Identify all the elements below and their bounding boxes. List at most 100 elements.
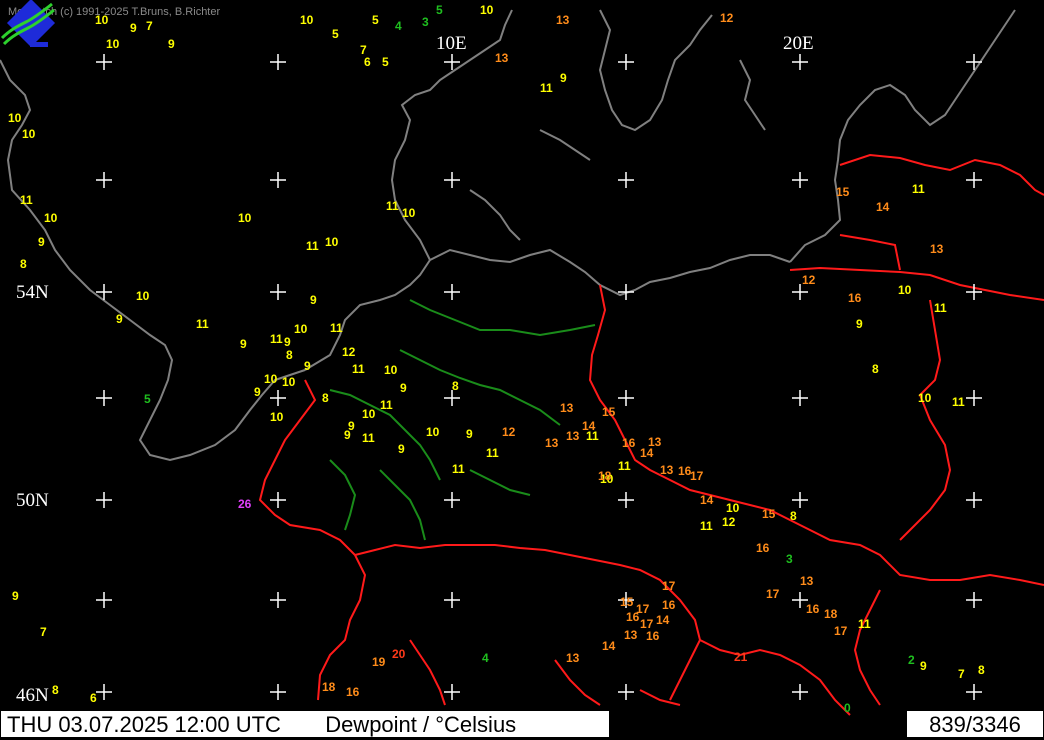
station-value: 18 xyxy=(824,607,838,621)
station-value: 10 xyxy=(480,3,494,17)
station-value: 9 xyxy=(560,71,567,85)
station-value: 21 xyxy=(734,650,748,664)
station-value: 16 xyxy=(756,541,770,555)
station-value: 11 xyxy=(952,395,965,409)
station-value: 10 xyxy=(325,235,339,249)
station-value: 10 xyxy=(44,211,58,225)
station-value: 11 xyxy=(540,81,553,95)
station-value: 11 xyxy=(700,519,713,533)
footer-count-box: 839/3346 xyxy=(906,710,1044,738)
station-value: 14 xyxy=(656,613,670,627)
station-value: 2 xyxy=(908,653,915,667)
station-value: 10 xyxy=(426,425,440,439)
dewpoint-map: MetWatch (c) 1991-2025 T.Bruns, B.Richte… xyxy=(0,0,1044,740)
station-value: 5 xyxy=(382,55,389,69)
footer-parameter: Dewpoint / °Celsius xyxy=(325,712,517,737)
station-value: 11 xyxy=(196,317,209,331)
station-value: 10 xyxy=(402,206,416,220)
station-value: 10 xyxy=(726,501,740,515)
station-value: 15 xyxy=(762,507,776,521)
station-value: 3 xyxy=(786,552,793,566)
station-value: 9 xyxy=(38,235,45,249)
grid-crosses xyxy=(96,54,982,700)
station-value: 17 xyxy=(636,602,650,616)
station-value: 13 xyxy=(495,51,509,65)
station-value: 11 xyxy=(586,429,599,443)
lon-label-10e: 10E xyxy=(436,33,467,54)
station-value: 11 xyxy=(934,301,947,315)
station-value: 9 xyxy=(116,312,123,326)
station-value: 12 xyxy=(802,273,816,287)
station-value: 17 xyxy=(640,617,654,631)
station-value: 5 xyxy=(144,392,151,406)
station-value: 11 xyxy=(352,362,365,376)
station-value: 10 xyxy=(238,211,252,225)
footer-info-box: THU 03.07.2025 12:00 UTC Dewpoint / °Cel… xyxy=(0,710,610,738)
station-value: 10 xyxy=(136,289,150,303)
station-value: 13 xyxy=(566,429,580,443)
station-value: 8 xyxy=(872,362,879,376)
station-value: 12 xyxy=(720,11,734,25)
station-value: 11 xyxy=(386,199,399,213)
station-value: 17 xyxy=(766,587,780,601)
station-value: 15 xyxy=(620,595,634,609)
station-value: 13 xyxy=(624,628,638,642)
station-value: 9 xyxy=(130,21,137,35)
station-value: 11 xyxy=(858,617,871,631)
station-value: 9 xyxy=(254,385,261,399)
station-value: 9 xyxy=(240,337,247,351)
station-value: 8 xyxy=(790,509,797,523)
station-value: 11 xyxy=(362,431,375,445)
station-value: 14 xyxy=(602,639,616,653)
station-value: 10 xyxy=(898,283,912,297)
station-value: 8 xyxy=(978,663,985,677)
station-value: 9 xyxy=(168,37,175,51)
station-value: 10 xyxy=(270,410,284,424)
station-value: 18 xyxy=(598,469,612,483)
station-value: 14 xyxy=(700,493,714,507)
station-value: 8 xyxy=(286,348,293,362)
station-value: 5 xyxy=(372,13,379,27)
station-value: 9 xyxy=(12,589,19,603)
station-value: 8 xyxy=(20,257,27,271)
station-value: 11 xyxy=(912,182,925,196)
station-value: 7 xyxy=(958,667,965,681)
station-value: 10 xyxy=(362,407,376,421)
station-value: 11 xyxy=(330,321,343,335)
station-value: 4 xyxy=(395,19,402,33)
station-value: 13 xyxy=(556,13,570,27)
station-value: 17 xyxy=(662,579,676,593)
lat-label-46n: 46N xyxy=(16,685,49,706)
station-value: 8 xyxy=(52,683,59,697)
station-value: 3 xyxy=(422,15,429,29)
lat-label-54n: 54N xyxy=(16,282,49,303)
station-value: 13 xyxy=(545,436,559,450)
station-value: 15 xyxy=(836,185,850,199)
station-value: 18 xyxy=(322,680,336,694)
station-value: 11 xyxy=(452,462,465,476)
station-value: 17 xyxy=(690,469,704,483)
station-value: 9 xyxy=(348,419,355,433)
station-value: 13 xyxy=(930,242,944,256)
station-value: 13 xyxy=(800,574,814,588)
station-value: 20 xyxy=(392,647,406,661)
station-value: 10 xyxy=(300,13,314,27)
footer-bar: THU 03.07.2025 12:00 UTC Dewpoint / °Cel… xyxy=(0,710,1044,740)
station-value: 10 xyxy=(95,13,109,27)
footer-station-count: 839/3346 xyxy=(929,712,1021,737)
map-graphics xyxy=(0,9,1044,716)
station-value: 14 xyxy=(640,446,654,460)
station-value: 13 xyxy=(566,651,580,665)
station-value: 5 xyxy=(332,27,339,41)
station-value: 9 xyxy=(400,381,407,395)
station-value: 11 xyxy=(270,332,283,346)
station-value: 16 xyxy=(662,598,676,612)
station-value: 11 xyxy=(306,239,319,253)
lat-label-50n: 50N xyxy=(16,490,49,511)
station-value: 9 xyxy=(466,427,473,441)
metwatch-logo-icon xyxy=(0,0,56,48)
station-value: 10 xyxy=(384,363,398,377)
station-value: 12 xyxy=(502,425,516,439)
coastlines xyxy=(0,9,1016,462)
station-value: 4 xyxy=(482,651,489,665)
